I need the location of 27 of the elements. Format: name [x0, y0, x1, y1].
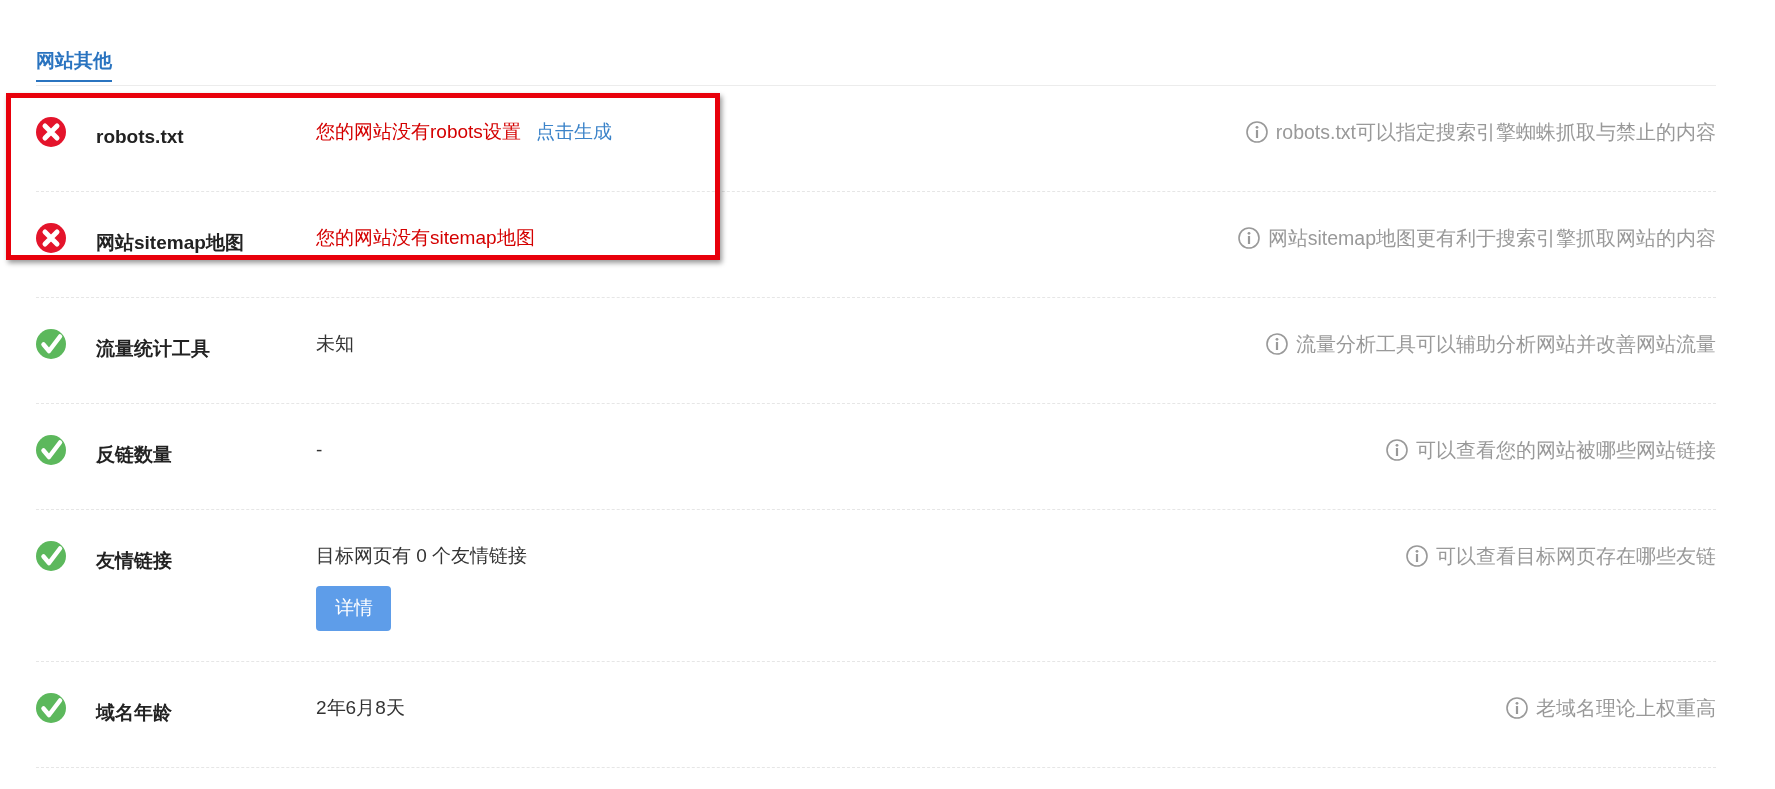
hint-text: 流量分析工具可以辅助分析网站并改善网站流量 [1296, 332, 1716, 357]
row-value: - [316, 438, 323, 462]
info-icon [1266, 333, 1288, 355]
row-value: 未知 [316, 332, 354, 356]
info-icon [1245, 121, 1268, 143]
row-label: 流量统计工具 [96, 338, 211, 360]
hint-text: 网站sitemap地图更有利于搜索引擎抓取网站的内容 [1267, 226, 1716, 251]
row-label: 域名年龄 [96, 702, 173, 724]
row-label: 反链数量 [96, 444, 173, 466]
info-icon [1406, 545, 1428, 567]
row-value: 目标网页有 0 个友情链接 [316, 544, 528, 568]
row-value: 您的网站没有sitemap地图 [316, 226, 535, 250]
hint-text: 可以查看您的网站被哪些网站链接 [1416, 438, 1716, 463]
details-button[interactable]: 详情 [316, 586, 391, 631]
row-value: 2年6月8天 [316, 696, 405, 720]
row-value: 您的网站没有robots设置 [316, 120, 521, 144]
row-label: 网站sitemap地图 [96, 232, 245, 254]
row-label: robots.txt [96, 126, 185, 148]
info-icon [1237, 227, 1260, 249]
row-label: 友情链接 [96, 550, 173, 572]
info-icon [1506, 697, 1528, 719]
hint-text: robots.txt可以指定搜索引擎蜘蛛抓取与禁止的内容 [1275, 120, 1716, 145]
tab[interactable]: 网站其他 [36, 48, 112, 82]
info-icon [1386, 439, 1408, 461]
generate-link[interactable]: 点击生成 [535, 117, 612, 147]
hint-text: 老域名理论上权重高 [1536, 696, 1716, 721]
hint-text: 可以查看目标网页存在哪些友链 [1436, 544, 1716, 569]
